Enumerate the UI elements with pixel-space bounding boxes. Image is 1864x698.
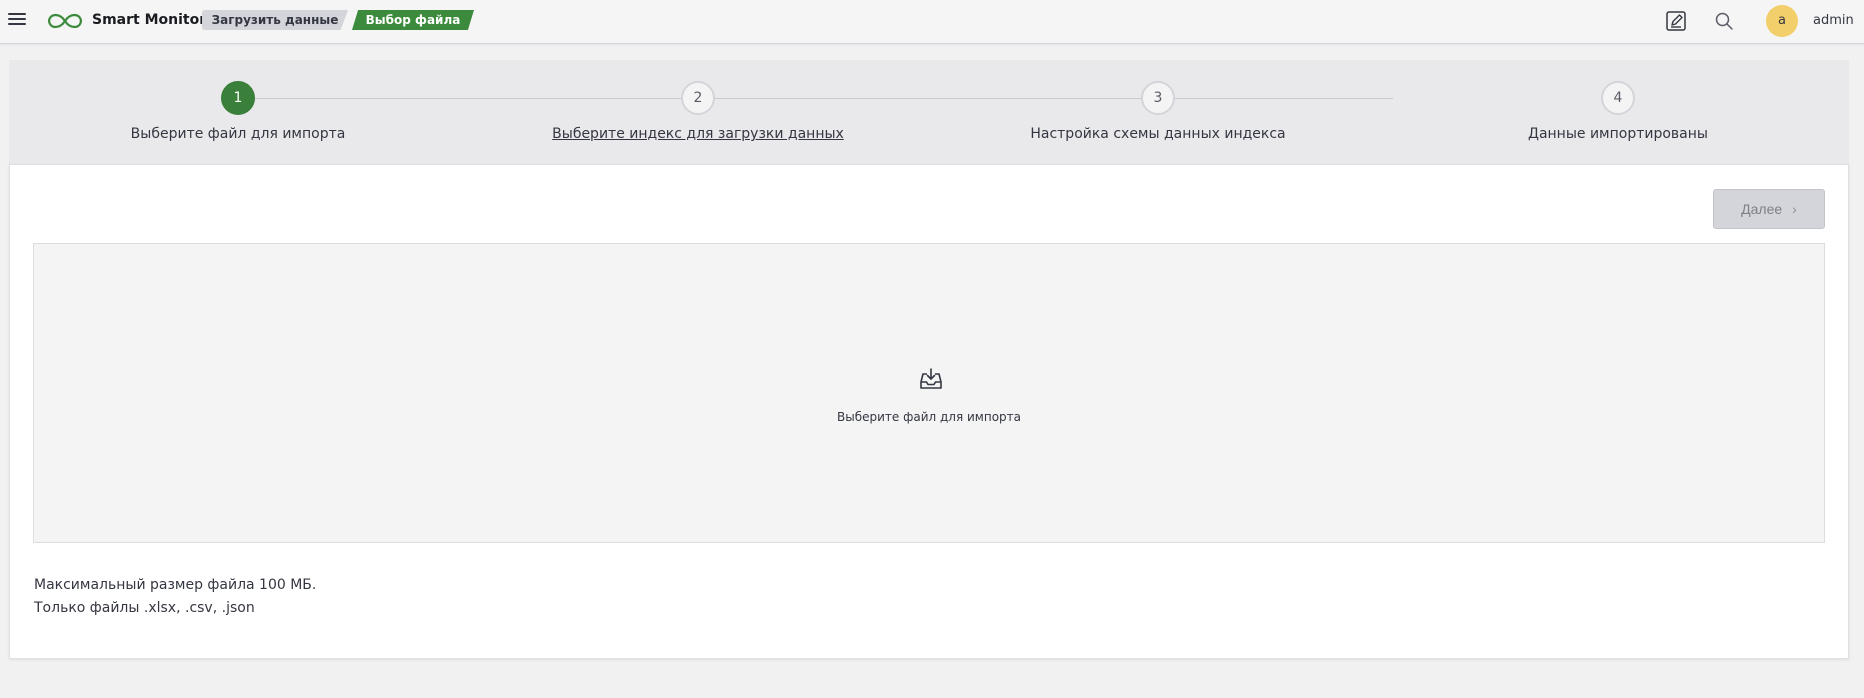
- hint-file-types: Только файлы .xlsx, .csv, .json: [34, 600, 255, 616]
- breadcrumb-upload-data[interactable]: Загрузить данные: [202, 10, 348, 30]
- username[interactable]: admin: [1813, 13, 1854, 28]
- next-button[interactable]: Далее ›: [1713, 189, 1825, 229]
- top-bar: Smart Monitor Загрузить данные Выбор фай…: [0, 0, 1864, 44]
- steps-bar: 1 Выберите файл для импорта 2 Выберите и…: [9, 60, 1849, 164]
- file-dropzone[interactable]: Выберите файл для импорта: [33, 243, 1825, 543]
- upload-tray-icon: [920, 368, 942, 389]
- step-1-label: Выберите файл для импорта: [130, 126, 346, 142]
- step-2-label[interactable]: Выберите индекс для загрузки данных: [518, 126, 878, 142]
- logo-icon[interactable]: [44, 9, 86, 33]
- steps-connector: [245, 98, 1393, 99]
- menu-icon[interactable]: [8, 11, 26, 29]
- step-2-circle[interactable]: 2: [681, 81, 715, 115]
- chevron-right-icon: ›: [1792, 201, 1797, 217]
- breadcrumb-select-file: Выбор файла: [352, 10, 474, 30]
- dropzone-text: Выберите файл для импорта: [837, 410, 1021, 424]
- brand-name[interactable]: Smart Monitor: [92, 12, 206, 28]
- step-3-circle: 3: [1141, 81, 1175, 115]
- step-4-label: Данные импортированы: [1528, 126, 1708, 142]
- avatar[interactable]: a: [1766, 5, 1798, 37]
- hint-max-size: Максимальный размер файла 100 МБ.: [34, 577, 317, 593]
- step-4-circle: 4: [1601, 81, 1635, 115]
- import-panel: Далее › Выберите файл для импорта Максима…: [9, 164, 1849, 659]
- search-icon[interactable]: [1712, 9, 1736, 33]
- step-3-label: Настройка схемы данных индекса: [1030, 126, 1286, 142]
- edit-icon[interactable]: [1664, 9, 1688, 33]
- step-1-circle: 1: [221, 81, 255, 115]
- next-button-label: Далее: [1741, 201, 1783, 217]
